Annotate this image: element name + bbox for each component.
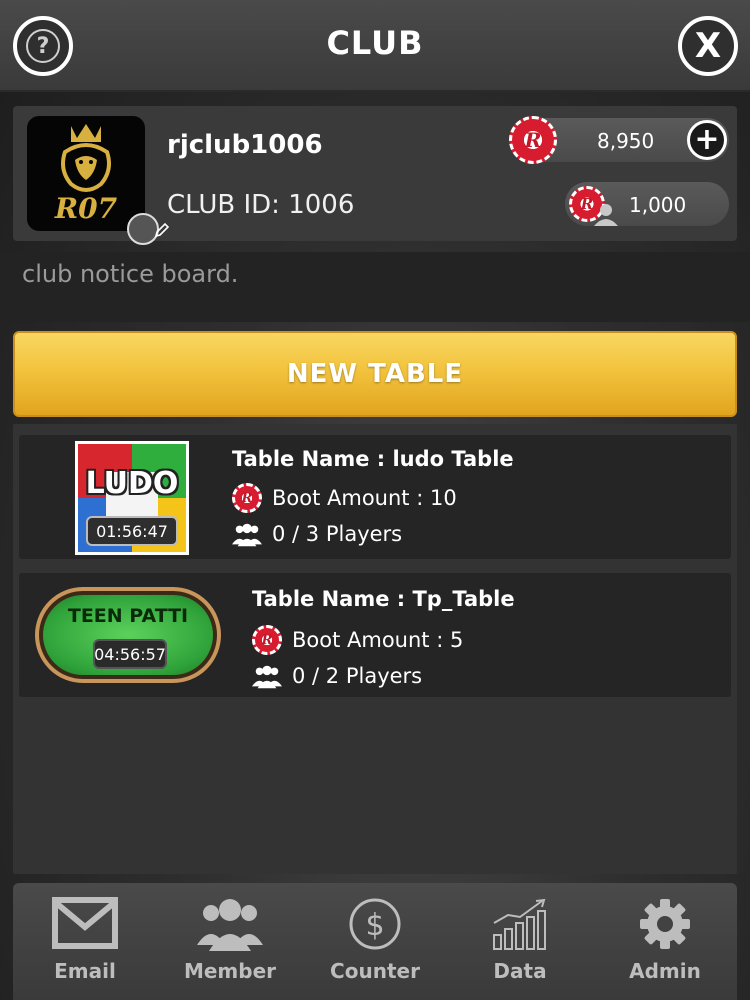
- players-count: 0 / 2 Players: [292, 664, 423, 688]
- nav-counter[interactable]: $ Counter: [303, 883, 447, 1000]
- svg-text:$: $: [365, 908, 384, 943]
- page-title: CLUB: [326, 24, 424, 62]
- chip-balance: 8,950: [597, 129, 655, 153]
- table-card-teen-patti[interactable]: TEEN PATTI 04:56:57 Table Name : Tp_Tabl…: [19, 573, 731, 697]
- table-timer: 04:56:57: [93, 639, 167, 669]
- nav-admin[interactable]: Admin: [593, 883, 737, 1000]
- header-bar: ? CLUB X: [0, 0, 750, 92]
- pencil-icon: [154, 222, 170, 238]
- nav-label: Member: [183, 959, 277, 983]
- envelope-icon: [52, 897, 118, 949]
- players-icon: [252, 665, 282, 689]
- plus-icon: +: [694, 122, 720, 157]
- chip-balance-pill: R 8,950 +: [509, 116, 729, 164]
- gear-icon: [640, 899, 690, 949]
- close-button[interactable]: X: [678, 16, 738, 76]
- teen-patti-thumbnail: TEEN PATTI 04:56:57: [35, 587, 221, 683]
- chip-icon: R: [232, 483, 262, 513]
- players-icon: [232, 523, 262, 547]
- nav-member[interactable]: Member: [158, 883, 302, 1000]
- member-chip-pill: R 1,000: [565, 182, 729, 226]
- nav-data[interactable]: Data: [448, 883, 592, 1000]
- add-chips-button[interactable]: +: [687, 120, 727, 160]
- notice-board: club notice board.: [0, 252, 750, 322]
- dollar-icon: $: [349, 898, 401, 950]
- ludo-title: LUDO: [85, 466, 179, 501]
- chart-icon: [493, 898, 546, 950]
- players-count: 0 / 3 Players: [272, 522, 403, 546]
- nav-label: Email: [54, 959, 116, 983]
- boot-amount: Boot Amount : 10: [272, 486, 457, 510]
- club-name: rjclub1006: [167, 130, 323, 160]
- club-info-panel: R07 rjclub1006 CLUB ID: 1006 R 8,950 + R…: [13, 106, 737, 245]
- table-name: Table Name : ludo Table: [232, 447, 514, 471]
- new-table-button[interactable]: NEW TABLE: [13, 331, 737, 417]
- club-logo-text: R07: [54, 192, 118, 225]
- chip-icon: R: [252, 625, 282, 655]
- user-icon: [594, 204, 618, 226]
- ludo-thumbnail: LUDO 01:56:47: [75, 441, 189, 555]
- close-icon: X: [694, 26, 722, 66]
- member-chip-balance: 1,000: [629, 193, 687, 217]
- bottom-nav: Email Member $ Counter Data Admin: [13, 883, 737, 1000]
- notice-text: club notice board.: [22, 260, 239, 288]
- tables-list: LUDO 01:56:47 Table Name : ludo Table R …: [13, 424, 737, 874]
- lion-crown-icon: [61, 124, 111, 192]
- group-icon: [197, 899, 263, 951]
- boot-amount: Boot Amount : 5: [292, 628, 464, 652]
- table-name: Table Name : Tp_Table: [252, 587, 515, 611]
- table-timer: 01:56:47: [86, 516, 178, 546]
- chip-icon: R: [509, 116, 557, 164]
- nav-label: Admin: [629, 959, 701, 983]
- edit-logo-button[interactable]: [127, 213, 170, 245]
- club-logo: R07: [27, 116, 170, 245]
- table-card-ludo[interactable]: LUDO 01:56:47 Table Name : ludo Table R …: [19, 435, 731, 559]
- nav-email[interactable]: Email: [13, 883, 157, 1000]
- club-id: CLUB ID: 1006: [167, 190, 355, 220]
- teen-patti-title: TEEN PATTI: [67, 605, 189, 627]
- nav-label: Counter: [330, 959, 420, 983]
- nav-label: Data: [493, 959, 547, 983]
